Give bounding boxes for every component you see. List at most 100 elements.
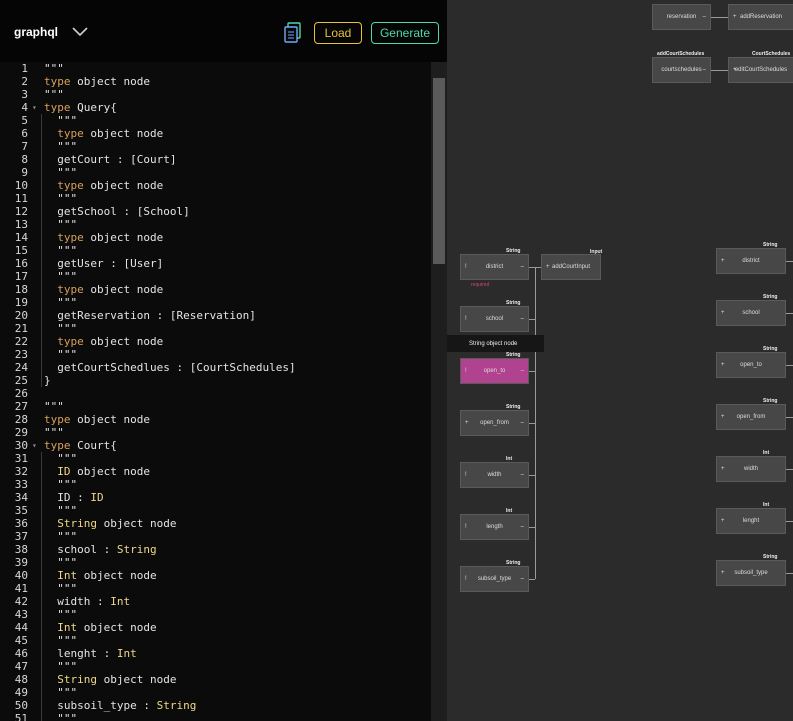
code-line[interactable]: 30 ▾ type Court{	[0, 439, 431, 452]
code-text: lenght : Int	[44, 647, 137, 660]
editor-scrollbar-thumb[interactable]	[433, 78, 445, 264]
code-line[interactable]: 11 """	[0, 192, 431, 205]
field-node-school[interactable]: ! school –	[460, 306, 529, 332]
graph-canvas[interactable]: reservation – + addReservation addCourtSched…	[447, 0, 793, 721]
code-line[interactable]: 44 Int object node	[0, 621, 431, 634]
node-right-handle[interactable]: –	[521, 264, 524, 270]
line-number: 36	[14, 517, 28, 530]
node-name: addCourtInput	[551, 264, 591, 270]
code-line[interactable]: 39 """	[0, 556, 431, 569]
field-node-open-to[interactable]: ! open_to –	[460, 358, 529, 384]
code-line[interactable]: 22 type object node	[0, 335, 431, 348]
code-text: """	[44, 244, 78, 257]
code-line[interactable]: 50 subsoil_type : String	[0, 699, 431, 712]
code-line[interactable]: 40 Int object node	[0, 569, 431, 582]
node-right-handle[interactable]: –	[521, 576, 524, 582]
code-line[interactable]: 3 """	[0, 88, 431, 101]
node-right-handle[interactable]: –	[521, 472, 524, 478]
code-text: """	[44, 452, 78, 465]
connection-line	[535, 267, 541, 268]
code-line[interactable]: 12 getSchool : [School]	[0, 205, 431, 218]
documents-icon[interactable]	[283, 22, 303, 44]
code-line[interactable]: 47 """	[0, 660, 431, 673]
code-line[interactable]: 19 """	[0, 296, 431, 309]
node-add-court-input[interactable]: + addCourtInput	[541, 254, 601, 280]
code-line[interactable]: 45 """	[0, 634, 431, 647]
field-node-district[interactable]: ! district –	[460, 254, 529, 280]
field-node-width[interactable]: ! width –	[460, 462, 529, 488]
code-line[interactable]: 37 """	[0, 530, 431, 543]
code-line[interactable]: 18 type object node	[0, 283, 431, 296]
code-line[interactable]: 27 """	[0, 400, 431, 413]
node-right-handle[interactable]: –	[703, 14, 706, 20]
code-line[interactable]: 25}	[0, 374, 431, 387]
fold-toggle-icon[interactable]: ▾	[32, 439, 37, 452]
code-line[interactable]: 6 type object node	[0, 127, 431, 140]
code-line[interactable]: 14 type object node	[0, 231, 431, 244]
node-right-handle[interactable]: –	[521, 524, 524, 530]
code-line[interactable]: 23 """	[0, 348, 431, 361]
code-line[interactable]: 24 getCourtSchedlues : [CourtSchedules]	[0, 361, 431, 374]
code-line[interactable]: 16 getUser : [User]	[0, 257, 431, 270]
field-node-right-width[interactable]: + width	[716, 456, 786, 482]
field-node-subsoil-type[interactable]: ! subsoil_type –	[460, 566, 529, 592]
line-number: 32	[14, 465, 28, 478]
code-line[interactable]: 1 """	[0, 62, 431, 75]
node-reservation[interactable]: reservation –	[652, 4, 711, 30]
code-line[interactable]: 5 """	[0, 114, 431, 127]
node-name: width	[743, 466, 758, 472]
code-line[interactable]: 21 """	[0, 322, 431, 335]
field-node-right-open-from[interactable]: + open_from	[716, 404, 786, 430]
code-line[interactable]: 2 type object node	[0, 75, 431, 88]
node-courtschedules[interactable]: courtschedules –	[652, 57, 711, 83]
code-text: ID : ID	[44, 491, 104, 504]
node-right-handle[interactable]: –	[521, 368, 524, 374]
code-text: """	[44, 712, 78, 721]
line-number: 15	[14, 244, 28, 257]
code-line[interactable]: 35 """	[0, 504, 431, 517]
field-node-right-district[interactable]: + district	[716, 248, 786, 274]
field-node-open-from[interactable]: + open_from –	[460, 410, 529, 436]
load-button[interactable]: Load	[314, 22, 362, 44]
field-node-right-subsoil-type[interactable]: + subsoil_type	[716, 560, 786, 586]
fold-toggle-icon[interactable]: ▾	[32, 101, 37, 114]
code-line[interactable]: 42 width : Int	[0, 595, 431, 608]
line-number: 13	[14, 218, 28, 231]
code-line[interactable]: 48 String object node	[0, 673, 431, 686]
code-line[interactable]: 9 """	[0, 166, 431, 179]
chevron-down-icon[interactable]	[72, 27, 88, 37]
node-right-handle[interactable]: –	[703, 67, 706, 73]
code-line[interactable]: 10 type object node	[0, 179, 431, 192]
code-line[interactable]: 43 """	[0, 608, 431, 621]
code-line[interactable]: 46 lenght : Int	[0, 647, 431, 660]
code-line[interactable]: 38 school : String	[0, 543, 431, 556]
code-line[interactable]: 8 getCourt : [Court]	[0, 153, 431, 166]
field-node-right-school[interactable]: + school	[716, 300, 786, 326]
code-line[interactable]: 28 type object node	[0, 413, 431, 426]
node-edit-court-schedules[interactable]: + editCourtSchedules	[728, 57, 793, 83]
code-line[interactable]: 20 getReservation : [Reservation]	[0, 309, 431, 322]
code-line[interactable]: 26	[0, 387, 431, 400]
code-line[interactable]: 36 String object node	[0, 517, 431, 530]
node-right-handle[interactable]: –	[521, 420, 524, 426]
code-line[interactable]: 49 """	[0, 686, 431, 699]
code-line[interactable]: 34 ID : ID	[0, 491, 431, 504]
code-line[interactable]: 41 """	[0, 582, 431, 595]
code-line[interactable]: 13 """	[0, 218, 431, 231]
code-line[interactable]: 7 """	[0, 140, 431, 153]
field-node-right-lenght[interactable]: + lenght	[716, 508, 786, 534]
code-line[interactable]: 29 """	[0, 426, 431, 439]
node-add-reservation[interactable]: + addReservation	[728, 4, 793, 30]
code-editor[interactable]: 1 """ 2 type object node 3 """ 4 ▾ type Query{5 …	[0, 62, 431, 721]
code-line[interactable]: 33 """	[0, 478, 431, 491]
code-line[interactable]: 4 ▾ type Query{	[0, 101, 431, 114]
code-line[interactable]: 15 """	[0, 244, 431, 257]
code-line[interactable]: 17 """	[0, 270, 431, 283]
node-right-handle[interactable]: –	[521, 316, 524, 322]
code-line[interactable]: 51 """	[0, 712, 431, 721]
generate-button[interactable]: Generate	[371, 22, 439, 44]
field-node-right-open-to[interactable]: + open_to	[716, 352, 786, 378]
code-line[interactable]: 32 ID object node	[0, 465, 431, 478]
field-node-length[interactable]: ! length –	[460, 514, 529, 540]
code-line[interactable]: 31 """	[0, 452, 431, 465]
